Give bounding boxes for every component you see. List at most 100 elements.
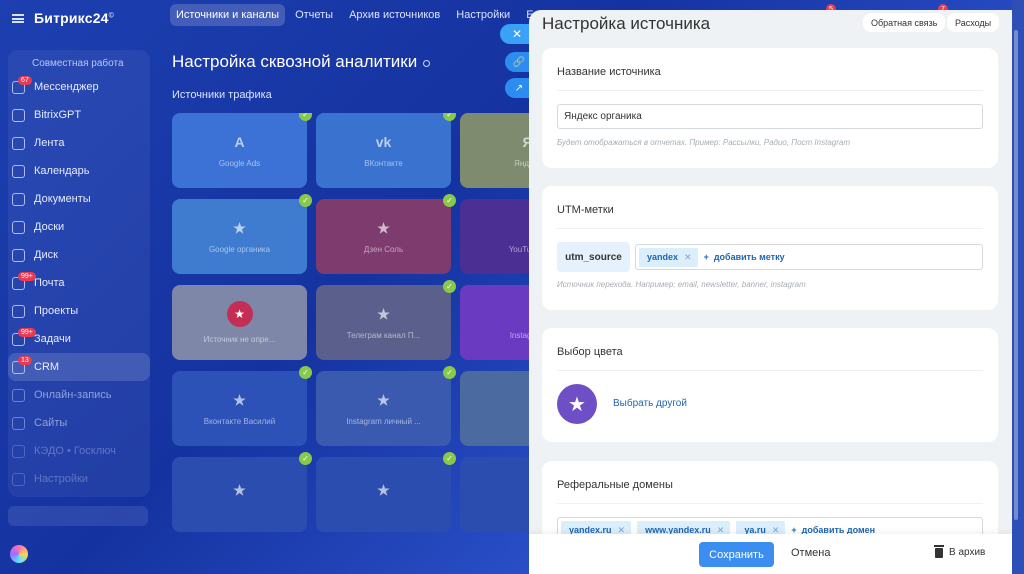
logo[interactable]: Битрикс24© <box>34 10 114 26</box>
external-link-icon: ↗ <box>514 82 524 94</box>
utm-card-title: UTM-метки <box>557 204 614 216</box>
sidebar-item-icon <box>12 220 25 234</box>
source-name-hint: Будет отображаться в отчетах. Пример: Ра… <box>557 138 851 147</box>
sidebar-item[interactable]: Настройки <box>8 465 150 493</box>
sidebar-item[interactable]: Доски <box>8 213 150 241</box>
sidebar-item[interactable]: Проекты <box>8 297 150 325</box>
source-tile[interactable]: ★ Дзен Соль ✓ <box>316 194 456 274</box>
source-tile[interactable]: ★ Вконтакте Василий ✓ <box>172 366 312 446</box>
tab-sources[interactable]: Источники и каналы <box>170 4 286 26</box>
source-tile[interactable]: Instagram✓ <box>460 285 532 360</box>
save-button[interactable]: Сохранить <box>699 542 774 567</box>
sidebar-item-label: Доски <box>34 221 65 233</box>
tab-archive[interactable]: Архив источников <box>343 4 446 26</box>
sidebar-item-badge: 99+ <box>18 328 36 337</box>
sidebar-item-label: Почта <box>34 277 65 289</box>
archive-button[interactable]: В архив <box>934 544 986 558</box>
close-icon: ✕ <box>511 27 523 41</box>
sidebar-item[interactable]: Сайты <box>8 409 150 437</box>
sidebar-item[interactable]: Диск <box>8 241 150 269</box>
menu-icon[interactable] <box>12 13 24 23</box>
source-tile[interactable]: ★ Google органика ✓ <box>172 194 312 274</box>
sidebar-item-label: Сайты <box>34 417 68 429</box>
sidebar-item[interactable]: Календарь <box>8 157 150 185</box>
check-icon: ✓ <box>299 366 312 379</box>
sidebar-item[interactable]: Онлайн-запись <box>8 381 150 409</box>
sidebar-item[interactable]: Документы <box>8 185 150 213</box>
scrollbar[interactable] <box>1014 30 1018 520</box>
archive-label: В архив <box>949 547 986 558</box>
source-tile[interactable]: ★ Источник не опре... <box>172 285 307 360</box>
choose-color-link[interactable]: Выбрать другой <box>613 398 687 409</box>
source-tile-label: Google Ads <box>218 159 261 168</box>
sidebar-bottom-button[interactable] <box>8 506 148 526</box>
divider <box>557 228 983 229</box>
sidebar-item-label: Онлайн-запись <box>34 389 112 401</box>
source-icon: ★ <box>233 219 246 236</box>
source-tile-label: Google органика <box>208 245 271 254</box>
source-settings-panel: Настройка источника Обратная связь Расхо… <box>529 10 1012 574</box>
divider <box>557 90 983 91</box>
source-tile[interactable]: ЯЯндекс✓ <box>460 113 532 188</box>
add-utm-button[interactable]: + добавить метку <box>704 252 785 262</box>
tag-chip[interactable]: yandex ✕ <box>639 247 698 267</box>
sidebar-item-label: Настройки <box>34 473 88 485</box>
sidebar-item-label: Диск <box>34 249 58 261</box>
sidebar-item-icon <box>12 472 25 486</box>
page-title: Настройка сквозной аналитики <box>172 52 431 72</box>
source-tile-label: Дзен Соль <box>363 245 404 254</box>
source-icon: ★ <box>233 391 246 408</box>
sidebar-item-icon <box>12 108 25 122</box>
sidebar-item-icon <box>12 136 25 150</box>
sidebar-item[interactable]: 13 CRM <box>8 353 150 381</box>
utm-tags-field[interactable]: yandex ✕ + добавить метку <box>635 244 983 270</box>
check-icon: ✓ <box>443 452 456 465</box>
source-icon: ★ <box>377 391 390 408</box>
sidebar-item[interactable]: 99+ Почта <box>8 269 150 297</box>
tab-settings[interactable]: Настройки <box>450 4 516 26</box>
sidebar-item[interactable]: BitrixGPT <box>8 101 150 129</box>
source-tile[interactable]: vk ВКонтакте ✓ <box>316 113 456 188</box>
tab-reports[interactable]: Отчеты <box>289 4 339 26</box>
sidebar-item[interactable]: Лента <box>8 129 150 157</box>
name-card: Название источника Яндекс органика Будет… <box>542 48 998 168</box>
section-label: Источники трафика <box>172 89 272 101</box>
sidebar-item-badge: 99+ <box>18 272 36 281</box>
check-icon: ✓ <box>443 113 456 121</box>
sidebar-item[interactable]: 67 Мессенджер <box>8 73 150 101</box>
sidebar-item-icon <box>12 388 25 402</box>
sidebar: Битрикс24© Совместная работа 67 Мессендже… <box>0 0 158 574</box>
source-tile[interactable] <box>460 457 532 532</box>
sidebar-item-label: Мессенджер <box>34 81 99 93</box>
pin-icon[interactable] <box>423 60 431 67</box>
name-card-title: Название источника <box>557 66 661 78</box>
sidebar-group-title[interactable]: Совместная работа <box>8 50 150 73</box>
sidebar-item-label: Задачи <box>34 333 71 345</box>
selected-color-swatch[interactable]: ★ <box>557 384 597 424</box>
sidebar-item-label: Календарь <box>34 165 90 177</box>
check-icon: ✓ <box>443 194 456 207</box>
source-tile[interactable]: ★ ✓ <box>172 452 312 532</box>
source-icon: ★ <box>377 482 390 498</box>
source-tile[interactable]: ★ ✓ <box>316 452 456 532</box>
source-icon: ★ <box>377 305 390 322</box>
sidebar-item-icon <box>12 444 25 458</box>
source-tile[interactable]: YouTube-к✓ <box>460 199 532 274</box>
expenses-button[interactable]: Расходы <box>947 13 1000 32</box>
source-tile[interactable]: ★ Instagram личный ... ✓ <box>316 366 456 446</box>
source-tile[interactable]: ✓ <box>460 371 532 446</box>
source-tiles: A Google Ads ✓ vk ВКонтакте ✓ ЯЯндекс✓ ★ Google … <box>172 113 532 574</box>
check-icon: ✓ <box>443 280 456 293</box>
utm-key-label[interactable]: utm_source <box>557 242 630 272</box>
source-tile[interactable]: A Google Ads ✓ <box>172 113 312 188</box>
source-tile[interactable]: ★ Телеграм канал П... ✓ <box>316 280 456 360</box>
source-name-input[interactable]: Яндекс органика <box>557 104 983 129</box>
remove-tag-icon[interactable]: ✕ <box>684 252 692 263</box>
cancel-button[interactable]: Отмена <box>791 547 830 559</box>
panel-footer: Сохранить Отмена В архив <box>529 534 1012 574</box>
feedback-button[interactable]: Обратная связь <box>863 13 946 32</box>
star-icon: ★ <box>226 301 253 327</box>
sidebar-item[interactable]: 99+ Задачи <box>8 325 150 353</box>
copilot-icon[interactable] <box>10 545 28 563</box>
sidebar-item[interactable]: КЭДО • Госключ <box>8 437 150 465</box>
